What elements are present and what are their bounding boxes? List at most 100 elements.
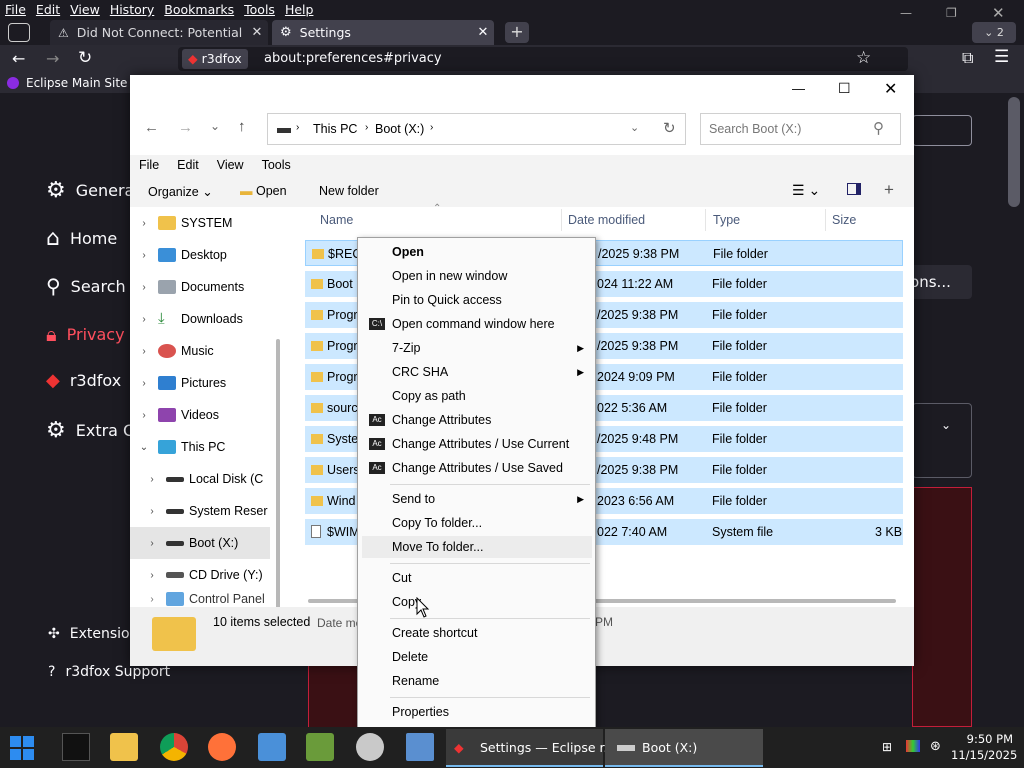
organize-button[interactable]: Organize ⌄	[148, 184, 213, 199]
chrome-icon[interactable]	[160, 733, 188, 761]
address-bar[interactable]: › This PC › Boot (X:) › ⌄ ↻	[267, 113, 686, 145]
close-tab-icon[interactable]: ✕	[472, 25, 494, 40]
preview-pane-icon[interactable]	[847, 183, 861, 195]
menu-file[interactable]: File	[0, 0, 31, 20]
menu-item-open-command-window[interactable]: C:\ Open command window here	[362, 313, 592, 335]
hamburger-menu-icon[interactable]: ☰	[994, 47, 1009, 67]
tree-item-local-disk[interactable]: › Local Disk (C	[130, 463, 270, 495]
page-scrollbar[interactable]	[1008, 97, 1020, 207]
refresh-icon[interactable]: ↻	[663, 119, 676, 137]
menu-item-delete[interactable]: Delete	[362, 646, 592, 668]
tree-item-downloads[interactable]: › ⤓ Downloads	[130, 303, 270, 335]
menu-item-crc-sha[interactable]: CRC SHA ▶	[362, 361, 592, 383]
forward-arrow-icon[interactable]: →	[46, 49, 59, 68]
tree-item-music[interactable]: › Music	[130, 335, 270, 367]
nav-privacy[interactable]: 🔒︎ Privacy	[46, 322, 125, 346]
menu-item-change-attributes-saved[interactable]: Ac Change Attributes / Use Saved	[362, 457, 592, 479]
menu-view[interactable]: View	[65, 0, 105, 20]
terminal-icon[interactable]	[62, 733, 90, 761]
menu-item-rename[interactable]: Rename	[362, 670, 592, 692]
file-explorer-icon[interactable]	[110, 733, 138, 761]
menu-item-cut[interactable]: Cut	[362, 567, 592, 589]
reload-icon[interactable]: ↻	[78, 48, 92, 68]
tab-list-button[interactable]: ⌄ 2	[972, 22, 1016, 43]
menu-item-move-to-folder[interactable]: Move To folder...	[362, 536, 592, 558]
maximize-button[interactable]: ☐	[838, 80, 851, 97]
menu-item-copy-as-path[interactable]: Copy as path	[362, 385, 592, 407]
column-size[interactable]: Size	[832, 213, 856, 227]
recent-locations-icon[interactable]: ⌄	[210, 119, 220, 133]
menu-view[interactable]: View	[208, 155, 253, 177]
tree-item-desktop[interactable]: › Desktop	[130, 239, 270, 271]
column-name[interactable]: Name	[320, 213, 353, 227]
identity-box[interactable]: ◆ r3dfox	[182, 49, 248, 69]
menu-item-properties[interactable]: Properties	[362, 701, 592, 723]
menu-item-create-shortcut[interactable]: Create shortcut	[362, 622, 592, 644]
url-text[interactable]: about:preferences#privacy	[264, 51, 442, 66]
nav-support[interactable]: ? r3dfox Support	[48, 664, 170, 680]
tree-item-this-pc[interactable]: ⌄ This PC	[130, 431, 270, 463]
back-arrow-icon[interactable]: ←	[144, 119, 159, 136]
taskbar-window-boot[interactable]: Boot (X:)	[605, 729, 763, 767]
menu-item-pin-quick-access[interactable]: Pin to Quick access	[362, 289, 592, 311]
r3dfox-app-icon[interactable]	[356, 733, 384, 761]
menu-item-send-to[interactable]: Send to ▶	[362, 488, 592, 510]
menu-edit[interactable]: Edit	[168, 155, 208, 177]
tree-item-system[interactable]: › SYSTEM	[130, 207, 270, 239]
notes-icon[interactable]	[258, 733, 286, 761]
menu-item-copy-to-folder[interactable]: Copy To folder...	[362, 512, 592, 534]
up-arrow-icon[interactable]: ↑	[238, 118, 246, 135]
nav-r3dfox[interactable]: ◆ r3dfox	[46, 370, 121, 391]
tree-item-control-panel[interactable]: › Control Panel	[130, 591, 270, 607]
minimize-button[interactable]: —	[792, 81, 805, 96]
menu-history[interactable]: History	[105, 0, 159, 20]
firefox-icon[interactable]	[208, 733, 236, 761]
bookmark-eclipse[interactable]: Eclipse Main Site	[26, 76, 127, 90]
tree-item-videos[interactable]: › Videos	[130, 399, 270, 431]
menu-edit[interactable]: Edit	[31, 0, 65, 20]
menu-item-change-attributes[interactable]: Ac Change Attributes	[362, 409, 592, 431]
settings-search-box[interactable]	[912, 115, 972, 146]
nav-search[interactable]: ⚲ Search	[46, 274, 126, 298]
menu-help[interactable]: Help	[280, 0, 319, 20]
start-button[interactable]	[10, 736, 34, 760]
menu-item-7zip[interactable]: 7-Zip ▶	[362, 337, 592, 359]
extensions-icon[interactable]: ⧉	[962, 48, 973, 68]
breadcrumb-this-pc[interactable]: This PC	[313, 122, 357, 136]
calculator-icon[interactable]	[406, 733, 434, 761]
add-icon[interactable]: +	[884, 180, 894, 200]
forward-arrow-icon[interactable]: →	[178, 119, 193, 136]
menu-file[interactable]: File	[130, 155, 168, 177]
tree-item-documents[interactable]: › Documents	[130, 271, 270, 303]
wifi-icon[interactable]: ⊛	[930, 739, 941, 754]
view-options-icon[interactable]: ☰ ⌄	[792, 182, 820, 199]
search-box[interactable]: Search Boot (X:) ⚲	[700, 113, 901, 145]
clock[interactable]: 9:50 PM 11/15/2025	[951, 732, 1017, 762]
tree-item-boot[interactable]: › Boot (X:)	[130, 527, 270, 559]
column-date[interactable]: Date modified	[568, 213, 645, 227]
new-tab-button[interactable]: +	[505, 22, 529, 43]
menu-item-open[interactable]: Open	[362, 241, 592, 263]
menu-item-copy[interactable]: Copy	[362, 591, 592, 613]
tree-scrollbar[interactable]	[276, 339, 280, 609]
menu-tools[interactable]: Tools	[239, 0, 280, 20]
tab-settings[interactable]: ⚙ Settings ✕	[272, 20, 494, 45]
menu-item-change-attributes-current[interactable]: Ac Change Attributes / Use Current	[362, 433, 592, 455]
close-button[interactable]: ✕	[884, 79, 897, 99]
menu-bookmarks[interactable]: Bookmarks	[159, 0, 239, 20]
restore-button[interactable]: ❐	[946, 6, 957, 20]
tab-overview-icon[interactable]	[8, 23, 30, 42]
menu-tools[interactable]: Tools	[253, 155, 300, 177]
spreadsheet-icon[interactable]	[306, 733, 334, 761]
menu-item-open-new-window[interactable]: Open in new window	[362, 265, 592, 287]
star-bookmark-icon[interactable]: ☆	[856, 48, 871, 68]
network-icon[interactable]: ⊞	[882, 740, 892, 754]
address-dropdown-icon[interactable]: ⌄	[630, 121, 639, 134]
tab-did-not-connect[interactable]: ⚠ Did Not Connect: Potential Secu ✕	[50, 20, 268, 45]
nav-general[interactable]: ⚙ General	[46, 178, 139, 203]
minimize-button[interactable]: —	[900, 6, 912, 20]
close-tab-icon[interactable]: ✕	[246, 25, 268, 40]
column-type[interactable]: Type	[713, 213, 740, 227]
open-button[interactable]: ▬ Open	[240, 184, 287, 198]
nav-home[interactable]: ⌂ Home	[46, 226, 117, 251]
